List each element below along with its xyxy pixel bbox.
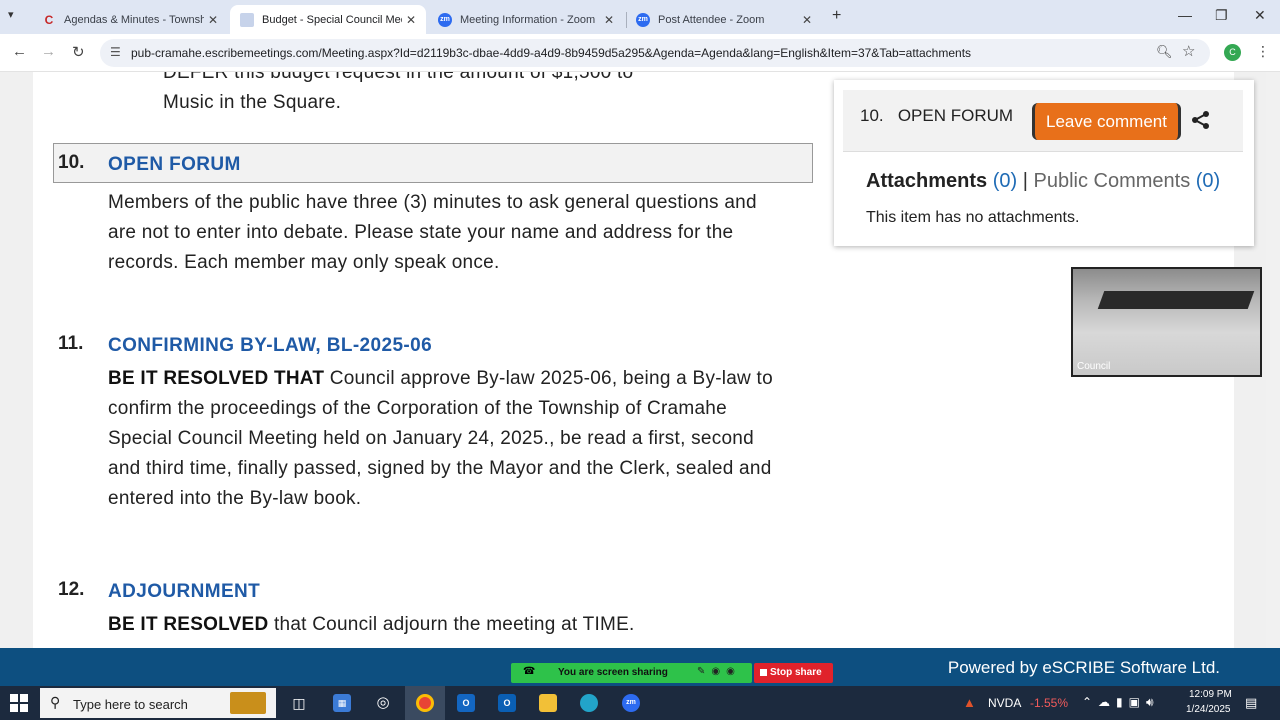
back-arrow-icon[interactable]: ← (12, 43, 27, 60)
outlook-classic-icon[interactable]: O (498, 694, 516, 712)
tab-agendas-minutes[interactable]: C Agendas & Minutes - Township ✕ (32, 5, 228, 34)
resolution-text: Council approve By-law 2025-06, being a … (108, 368, 773, 509)
nvda-ticker-label[interactable]: NVDA (988, 696, 1021, 710)
resolution-lead: BE IT RESOLVED (108, 614, 269, 635)
windows-start-icon[interactable] (10, 694, 28, 712)
tab-meeting-information-zoom[interactable]: zm Meeting Information - Zoom ✕ (428, 5, 624, 34)
zoom-favicon-icon: zm (438, 12, 452, 27)
nvda-ticker-change: -1.55% (1030, 696, 1069, 710)
bookmark-star-icon[interactable]: ☆ (1182, 42, 1195, 60)
item-11-body: BE IT RESOLVED THAT Council approve By-l… (108, 364, 788, 514)
minimize-window-icon[interactable]: — (1178, 7, 1192, 23)
new-tab-plus-icon[interactable]: + (832, 7, 841, 25)
nvda-logo-icon: ▲ (963, 695, 976, 710)
search-placeholder: Type here to search (73, 697, 188, 712)
tab-budget-special-council[interactable]: Budget - Special Council Meeting ✕ (230, 5, 426, 34)
item-10-title[interactable]: OPEN FORUM (108, 154, 241, 176)
tab-title: Post Attendee - Zoom (658, 13, 765, 26)
profile-avatar[interactable]: C (1224, 44, 1241, 61)
zoom-favicon-icon: zm (636, 12, 650, 27)
resolution-text: that Council adjourn the meeting at TIME… (268, 614, 635, 635)
address-bar[interactable]: ☰ pub-cramahe.escribemeetings.com/Meetin… (100, 39, 1210, 67)
cramahe-favicon-icon: C (44, 12, 54, 27)
item-11-number: 11. (58, 333, 84, 354)
maximize-window-icon[interactable]: ❐ (1215, 7, 1228, 24)
item-details-panel: 10. OPEN FORUM Leave comment Attachments… (834, 80, 1254, 246)
zoom-share-icon: ☎ (523, 666, 536, 677)
council-table-shape (1097, 291, 1255, 309)
windows-taskbar: ⚲ Type here to search ◫ ▦ ◎ O O zm ▲ NVD… (0, 686, 1280, 720)
council-chamber-image (1073, 269, 1260, 375)
forward-arrow-icon[interactable]: → (41, 43, 56, 60)
search-highlight-image (230, 692, 266, 714)
close-tab-icon[interactable]: ✕ (406, 13, 416, 27)
browser-tab-bar: ▾ C Agendas & Minutes - Township ✕ Budge… (0, 0, 1280, 34)
browser-toolbar: ← → ↻ ☰ pub-cramahe.escribemeetings.com/… (0, 34, 1280, 72)
tab-post-attendee-zoom[interactable]: zm Post Attendee - Zoom ✕ (626, 5, 822, 34)
close-tab-icon[interactable]: ✕ (604, 13, 614, 27)
tab-title: Agendas & Minutes - Township (64, 13, 204, 26)
outlook-icon[interactable]: O (457, 694, 475, 712)
page-scrollbar[interactable] (1266, 72, 1280, 648)
attachments-tab[interactable]: Attachments (866, 170, 987, 192)
search-icon: ⚲ (50, 694, 61, 710)
media-app-icon[interactable]: ◎ (374, 694, 392, 712)
taskbar-search-box[interactable]: ⚲ Type here to search (40, 688, 276, 718)
close-tab-icon[interactable]: ✕ (802, 13, 812, 27)
share-icon[interactable] (1191, 110, 1211, 130)
resolution-lead: BE IT RESOLVED THAT (108, 368, 325, 389)
escribe-footer: ☎ You are screen sharing ✎◉◉ Stop share … (0, 648, 1280, 686)
item-12-body: BE IT RESOLVED that Council adjourn the … (108, 610, 788, 640)
page-viewport: DEFER this budget request in the amount … (0, 72, 1280, 648)
site-info-icon[interactable]: ☰ (110, 45, 121, 59)
previous-item-line-2: Music in the Square. (163, 92, 342, 113)
item-11-title[interactable]: CONFIRMING BY-LAW, BL-2025-06 (108, 335, 432, 357)
attachments-count: (0) (992, 170, 1018, 192)
task-view-icon[interactable]: ◫ (290, 694, 308, 712)
page-favicon-icon (240, 12, 254, 27)
url-text[interactable]: pub-cramahe.escribemeetings.com/Meeting.… (131, 46, 971, 60)
tab-search-icon[interactable]: ▾ (8, 8, 14, 21)
tab-separator: | (1022, 170, 1028, 192)
chrome-icon[interactable] (416, 694, 434, 712)
no-attachments-message: This item has no attachments. (866, 209, 1080, 226)
zoom-screen-share-bar[interactable]: ☎ You are screen sharing ✎◉◉ (511, 663, 752, 683)
share-controls-icons[interactable]: ✎◉◉ (697, 666, 741, 677)
item-12-number: 12. (58, 579, 85, 600)
public-comments-count: (0) (1195, 170, 1221, 192)
stop-share-button[interactable]: Stop share (754, 663, 833, 683)
zoom-magnifier-icon[interactable]: 🔍︎ (1156, 44, 1173, 60)
public-comments-tab[interactable]: Public Comments (1033, 170, 1190, 192)
council-video-thumbnail[interactable]: Council (1071, 267, 1262, 377)
browser-menu-icon[interactable]: ⋮ (1256, 43, 1270, 60)
video-label: Council (1077, 361, 1111, 372)
close-window-icon[interactable]: ✕ (1254, 7, 1266, 24)
panel-item-number: 10. (860, 106, 884, 125)
tab-title: Budget - Special Council Meeting (262, 13, 402, 26)
clock-time[interactable]: 12:09 PM (1189, 689, 1232, 700)
item-10-number: 10. (58, 152, 85, 173)
previous-item-line-1: DEFER this budget request in the amount … (163, 72, 634, 83)
item-10-body: Members of the public have three (3) min… (108, 192, 757, 273)
tab-title: Meeting Information - Zoom (460, 13, 596, 26)
zoom-icon[interactable]: zm (622, 694, 640, 712)
microsoft-store-icon[interactable]: ▦ (333, 694, 351, 712)
reload-icon[interactable]: ↻ (72, 43, 85, 61)
panel-header: 10. OPEN FORUM Leave comment (843, 90, 1243, 152)
edge-icon[interactable] (580, 694, 598, 712)
attachments-tabs: Attachments (0) | Public Comments (0) (866, 170, 1220, 193)
panel-item-name: OPEN FORUM (897, 106, 1014, 125)
file-explorer-icon[interactable] (539, 694, 557, 712)
previous-item-text: DEFER this budget request in the amount … (163, 72, 843, 118)
system-tray-icons[interactable]: ⌃☁▮▣🔊︎ (1082, 695, 1160, 710)
notifications-icon[interactable]: ▤ (1245, 695, 1257, 711)
item-12-title[interactable]: ADJOURNMENT (108, 581, 260, 603)
clock-date[interactable]: 1/24/2025 (1186, 704, 1231, 715)
panel-item-title: 10. OPEN FORUM (860, 106, 1013, 126)
close-tab-icon[interactable]: ✕ (208, 13, 218, 27)
screen-sharing-status: You are screen sharing (558, 667, 668, 678)
leave-comment-button[interactable]: Leave comment (1032, 103, 1181, 140)
powered-by-text[interactable]: Powered by eSCRIBE Software Ltd. (948, 658, 1220, 678)
